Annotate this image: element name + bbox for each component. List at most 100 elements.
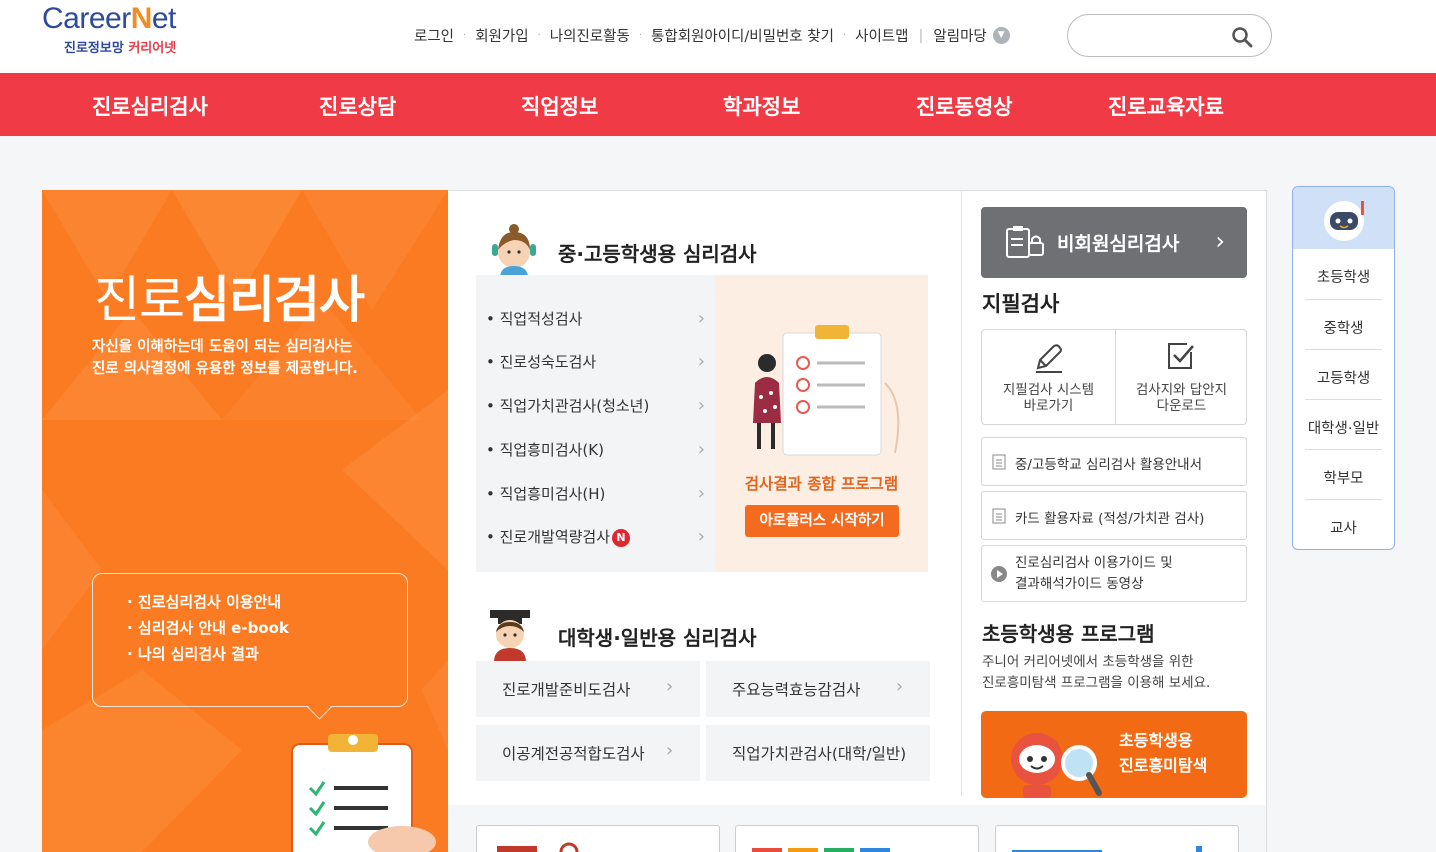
guest-test-button[interactable]: 비회원심리검사 › [981, 207, 1247, 278]
hero-panel: 진로심리검사 자신을 이해하는데 도움이 되는 심리검사는 진로 의사결정에 유… [42, 190, 448, 852]
separator-dot: · [463, 30, 467, 41]
secondary-section-title: 중·고등학생용 심리검사 [558, 242, 757, 266]
banner-1[interactable] [476, 825, 720, 852]
paper-system-link[interactable]: 지필검사 시스템 바로가기 [982, 330, 1115, 424]
nav-career-video[interactable]: 진로동영상 [916, 91, 1013, 121]
search-input[interactable] [1084, 25, 1234, 47]
quick-menu: 초등학생 중학생 고등학생 대학생·일반 학부모 교사 [1292, 186, 1395, 550]
find-account-link[interactable]: 통합회원아이디/비밀번호 찾기 [651, 25, 834, 46]
secondary-test-list: • 직업적성검사 › • 진로성숙도검사 › • 직업가치관검사(청소년) › • 직… [476, 275, 715, 572]
checklist-illustration [753, 325, 900, 456]
list-item-values[interactable]: • 직업가치관검사(청소년) › [486, 395, 715, 416]
quick-high[interactable]: 고등학생 [1293, 367, 1394, 388]
my-result-link[interactable]: · 나의 심리검사 결과 [127, 643, 259, 664]
chevron-right-icon: › [697, 439, 705, 460]
header: CareerNet 진로정보망 커리어넷 로그인 · 회원가입 · 나의진로활동… [0, 0, 1436, 73]
notice-link[interactable]: 알림마당 [933, 25, 986, 46]
banner-2[interactable] [735, 825, 979, 852]
hero-description: 자신을 이해하는데 도움이 되는 심리검사는 진로 의사결정에 유용한 정보를 … [92, 339, 358, 377]
nav-career-test[interactable]: 진로심리검사 [92, 91, 208, 121]
chevron-down-icon[interactable]: ▼ [992, 27, 1010, 44]
chevron-right-icon: › [896, 676, 904, 697]
chevron-right-icon: › [697, 483, 705, 504]
logo-subtitle: 진로정보망 커리어넷 [64, 41, 177, 56]
banner-3-logo [1012, 846, 1202, 852]
clipboard-illustration [291, 734, 436, 852]
my-career-link[interactable]: 나의진로활동 [550, 25, 630, 46]
chevron-right-icon: › [1215, 227, 1225, 255]
hero-title: 진로심리검사 [94, 271, 365, 329]
list-item-maturity[interactable]: • 진로성숙도검사 › [486, 351, 715, 372]
list-item-aptitude[interactable]: • 직업적성검사 › [486, 308, 715, 329]
banner-2-logo [752, 848, 890, 852]
list-item-interest-h[interactable]: • 직업흥미검사(H) › [486, 483, 715, 504]
aroplus-promo: 검사결과 종합 프로그램 아로플러스 시작하기 [715, 275, 928, 572]
chevron-right-icon: › [697, 351, 705, 372]
banner-1-logo [497, 842, 579, 852]
quick-parent[interactable]: 학부모 [1293, 467, 1394, 488]
chevron-right-icon: › [666, 740, 674, 761]
readiness-test-button[interactable]: 진로개발준비도검사 › [476, 661, 700, 717]
divider [1305, 399, 1382, 400]
logo-wordmark: CareerNet [42, 2, 176, 35]
checkbox-icon [1168, 343, 1194, 369]
student-avatar-icon [492, 224, 536, 278]
utility-menu: 로그인 · 회원가입 · 나의진로활동 · 통합회원아이디/비밀번호 찾기 · … [414, 25, 1010, 46]
chevron-right-icon: › [697, 526, 705, 547]
elementary-program-button[interactable]: 초등학생용 진로흥미탐색 [981, 711, 1247, 798]
efficacy-test-button[interactable]: 주요능력효능감검사 › [706, 661, 930, 717]
quick-teacher[interactable]: 교사 [1293, 517, 1394, 538]
values-test-univ-button[interactable]: 직업가치관검사(대학/일반) [706, 725, 930, 781]
promo-title: 검사결과 종합 프로그램 [744, 475, 899, 493]
pencil-icon [1036, 344, 1062, 373]
guidebook-link[interactable]: 중/고등학교 심리검사 활용안내서 [981, 437, 1247, 486]
list-item-competency[interactable]: • 진로개발역량검사 N › [486, 526, 715, 547]
quick-university[interactable]: 대학생·일반 [1293, 417, 1394, 438]
divider [1305, 449, 1382, 450]
quick-menu-header [1293, 187, 1394, 249]
robot-icon [1324, 201, 1364, 241]
sitemap-link[interactable]: 사이트맵 [855, 25, 908, 46]
nav-job-info[interactable]: 직업정보 [521, 91, 598, 121]
separator-dot: · [842, 30, 847, 41]
elementary-program-title: 초등학생용 프로그램 [982, 622, 1155, 646]
graduate-avatar-icon [490, 610, 530, 662]
aroplus-start-button[interactable]: 아로플러스 시작하기 [745, 505, 899, 537]
ebook-link[interactable]: · 심리검사 안내 e-book [127, 617, 289, 638]
main-navigation: 진로심리검사 진로상담 직업정보 학과정보 진로동영상 진로교육자료 [0, 73, 1436, 136]
hero-quick-links: · 진로심리검사 이용안내 · 심리검사 안내 e-book · 나의 심리검사… [92, 573, 408, 707]
stem-fit-test-button[interactable]: 이공계전공적합도검사 › [476, 725, 700, 781]
divider [1305, 299, 1382, 300]
separator-dot: · [638, 30, 643, 41]
paper-test-title: 지필검사 [982, 292, 1060, 316]
search-icon[interactable] [1231, 26, 1253, 48]
robot-mascot-icon [1011, 733, 1102, 798]
separator-dot: · [537, 30, 541, 41]
university-section-title: 대학생·일반용 심리검사 [558, 626, 757, 650]
paper-download-link[interactable]: 검사지와 답안지 다운로드 [1115, 330, 1248, 424]
login-link[interactable]: 로그인 [414, 25, 454, 46]
divider [1305, 349, 1382, 350]
nav-counseling[interactable]: 진로상담 [319, 91, 396, 121]
play-icon [991, 566, 1007, 582]
card-material-link[interactable]: 카드 활용자료 (적성/가치관 검사) [981, 491, 1247, 540]
paper-test-grid: 지필검사 시스템 바로가기 검사지와 답안지 다운로드 [981, 329, 1247, 425]
quick-middle[interactable]: 중학생 [1293, 317, 1394, 338]
divider [1305, 499, 1382, 500]
chevron-right-icon: › [697, 395, 705, 416]
banner-3[interactable] [995, 825, 1239, 852]
search-box [1067, 14, 1272, 57]
guide-link[interactable]: · 진로심리검사 이용안내 [127, 591, 281, 612]
chevron-right-icon: › [666, 676, 674, 697]
elementary-program-desc: 주니어 커리어넷에서 초등학생을 위한 진로흥미탐색 프로그램을 이용해 보세요… [982, 654, 1211, 691]
list-item-interest-k[interactable]: • 직업흥미검사(K) › [486, 439, 715, 460]
video-guide-link[interactable]: 진로심리검사 이용가이드 및 결과해석가이드 동영상 [981, 545, 1247, 602]
quick-elementary[interactable]: 초등학생 [1293, 266, 1394, 287]
join-link[interactable]: 회원가입 [475, 25, 528, 46]
nav-career-materials[interactable]: 진로교육자료 [1108, 91, 1224, 121]
document-icon [992, 454, 1006, 470]
document-icon [992, 508, 1006, 524]
nav-major-info[interactable]: 학과정보 [723, 91, 800, 121]
careernet-logo[interactable]: CareerNet 진로정보망 커리어넷 [42, 2, 202, 58]
chevron-right-icon: › [697, 308, 705, 329]
